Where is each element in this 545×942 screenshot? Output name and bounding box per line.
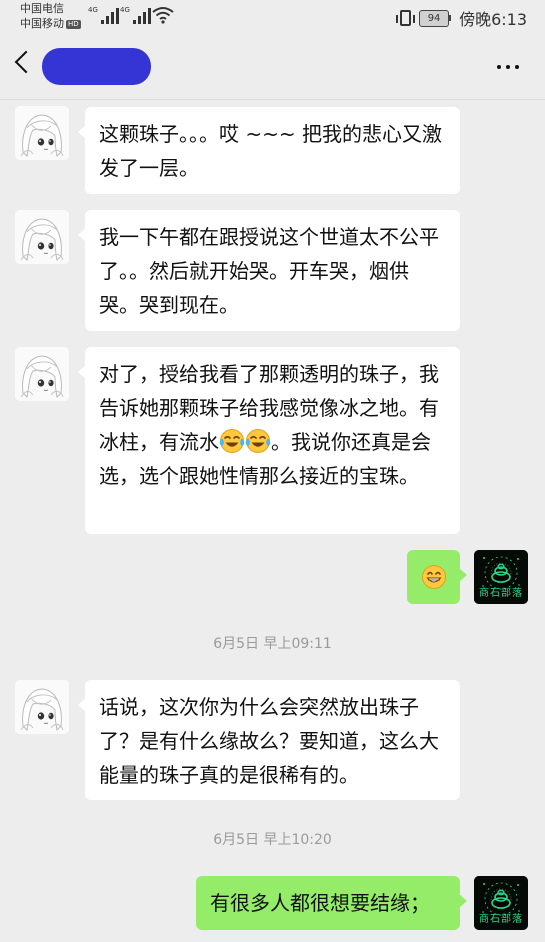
chat-header: (redacted) [0,36,545,100]
own-avatar[interactable]: 商石部落 [474,550,528,604]
contact-name-redacted[interactable]: (redacted) [42,48,151,85]
status-time: 傍晚6:13 [459,10,527,29]
grinning-face-emoji-icon [421,564,447,590]
timestamp: 6月5日 早上09:11 [213,636,332,652]
contact-avatar[interactable] [15,106,69,160]
battery-icon: 94 [419,9,452,27]
contact-avatar[interactable] [15,680,69,734]
vibrate-icon [396,10,416,26]
own-avatar-logo-text: 商石部落 [479,914,523,925]
signal-icon: 4G [120,6,151,24]
back-arrow-icon[interactable] [14,50,38,74]
timestamp: 6月5日 早上10:20 [213,832,332,848]
wifi-icon [152,7,174,24]
own-message-bubble[interactable] [407,550,467,604]
message-bubble[interactable]: 对了，授给我看了那颗透明的珠子，我告诉她那颗珠子给我感觉像冰之地。有冰柱，有流水… [78,347,460,534]
tears-of-joy-emoji-icon [245,428,271,454]
carrier-telecom: 中国电信 [20,2,64,15]
contact-avatar[interactable] [15,210,69,264]
battery-level: 94 [419,9,450,27]
status-bar: 中国电信 中国移动 HD 4G 4G 94 傍晚6:13 [0,0,545,36]
message-bubble[interactable]: 话说，这次你为什么会突然放出珠子了？是有什么缘故么？要知道，这么大能量的珠子真的… [78,680,460,800]
tears-of-joy-emoji-icon [219,428,245,454]
own-avatar-logo-text: 商石部落 [479,588,523,599]
message-bubble[interactable]: 我一下午都在跟授说这个世道太不公平了。。然后就开始哭。开车哭，烟供哭。哭到现在。 [78,210,460,331]
signal-icon: 4G [88,6,119,24]
hd-badge: HD [66,19,81,29]
own-message-bubble[interactable]: 有很多人都很想要结缘； [196,876,467,930]
message-bubble[interactable]: 这颗珠子。。。哎 ~~~ 把我的悲心又激发了一层。 [78,107,460,194]
more-options-icon[interactable] [497,65,519,69]
own-avatar[interactable]: 商石部落 [474,876,528,930]
contact-avatar[interactable] [15,347,69,401]
carrier-mobile: 中国移动 HD [20,17,81,30]
